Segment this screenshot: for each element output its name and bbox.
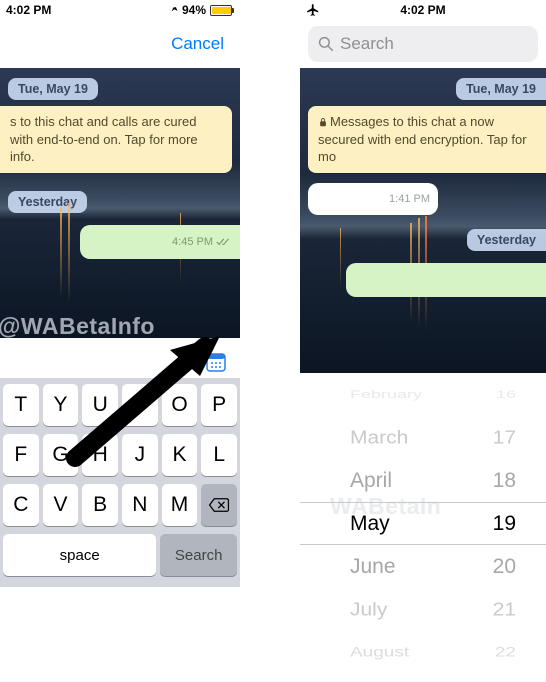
key-g[interactable]: G xyxy=(43,434,79,476)
key-c[interactable]: C xyxy=(3,484,39,526)
calendar-button[interactable] xyxy=(202,348,230,376)
keyboard-row-4: space Search xyxy=(3,534,237,576)
key-v[interactable]: V xyxy=(43,484,79,526)
sent-message-bubble[interactable]: 4:45 PM xyxy=(80,225,240,259)
nav-bar: Search xyxy=(300,20,546,68)
key-u[interactable]: U xyxy=(82,384,118,426)
status-time: 4:02 PM xyxy=(400,3,445,17)
key-l[interactable]: L xyxy=(201,434,237,476)
chat-background: Tue, May 19 Messages to this chat a now … xyxy=(300,68,546,373)
key-n[interactable]: N xyxy=(122,484,158,526)
nav-bar: Cancel xyxy=(0,20,240,68)
key-o[interactable]: O xyxy=(162,384,198,426)
right-screenshot: 4:02 PM Search Tue, May 19 Messages to t… xyxy=(300,0,546,682)
key-m[interactable]: M xyxy=(162,484,198,526)
key-i[interactable]: I xyxy=(122,384,158,426)
sent-message-bubble[interactable] xyxy=(346,263,546,297)
encryption-notice[interactable]: s to this chat and calls are cured with … xyxy=(0,106,232,173)
picker-row[interactable]: June20 xyxy=(300,545,546,588)
key-search[interactable]: Search xyxy=(160,534,237,576)
key-b[interactable]: B xyxy=(82,484,118,526)
keyboard-row-2: F G H J K L xyxy=(3,434,237,476)
date-badge-yesterday: Yesterday xyxy=(8,191,87,213)
picker-row[interactable]: February16 xyxy=(300,382,546,408)
key-space[interactable]: space xyxy=(3,534,156,576)
double-check-icon xyxy=(216,237,230,247)
calendar-icon xyxy=(204,350,228,374)
message-time: 1:41 PM xyxy=(389,193,430,205)
key-k[interactable]: K xyxy=(162,434,198,476)
picker-row[interactable]: April18 xyxy=(300,459,546,502)
airplane-mode-icon xyxy=(306,3,320,17)
received-message-bubble[interactable]: 1:41 PM xyxy=(308,183,438,215)
battery-percent: 94% xyxy=(182,3,206,17)
chat-background: Tue, May 19 s to this chat and calls are… xyxy=(0,68,240,338)
keyboard-row-3: C V B N M xyxy=(3,484,237,526)
encryption-notice[interactable]: Messages to this chat a now secured with… xyxy=(308,106,546,173)
keyboard[interactable]: T Y U I O P F G H J K L C V B N M xyxy=(0,378,240,587)
status-bar: 4:02 PM 94% xyxy=(0,0,240,20)
encryption-text: Messages to this chat a now secured with… xyxy=(318,114,527,164)
search-icon xyxy=(318,36,334,52)
lock-icon xyxy=(318,117,328,127)
left-screenshot: 4:02 PM 94% Cancel Tue, May 19 s to this… xyxy=(0,0,240,682)
cancel-button[interactable]: Cancel xyxy=(171,34,232,54)
message-time: 4:45 PM xyxy=(172,236,213,248)
backspace-icon xyxy=(208,497,230,513)
key-y[interactable]: Y xyxy=(43,384,79,426)
key-p[interactable]: P xyxy=(201,384,237,426)
status-time: 4:02 PM xyxy=(6,3,51,17)
keyboard-area: T Y U I O P F G H J K L C V B N M xyxy=(0,338,240,587)
key-h[interactable]: H xyxy=(82,434,118,476)
search-input[interactable]: Search xyxy=(308,26,538,62)
picker-row-selected[interactable]: May19 xyxy=(300,502,546,545)
key-t[interactable]: T xyxy=(3,384,39,426)
date-badge-yesterday: Yesterday xyxy=(467,229,546,251)
key-j[interactable]: J xyxy=(122,434,158,476)
battery-icon xyxy=(210,5,234,16)
watermark-text: @WABetaInfo xyxy=(0,313,155,338)
picker-row[interactable]: July21 xyxy=(300,590,546,629)
date-badge: Tue, May 19 xyxy=(8,78,98,100)
picker-row[interactable]: March17 xyxy=(300,418,546,457)
location-icon xyxy=(168,5,178,15)
status-bar: 4:02 PM xyxy=(300,0,546,20)
picker-row[interactable]: August22 xyxy=(300,636,546,668)
key-backspace[interactable] xyxy=(201,484,237,526)
date-badge: Tue, May 19 xyxy=(456,78,546,100)
search-placeholder: Search xyxy=(340,34,394,54)
date-picker[interactable]: WABetaIn February16 March17 April18 May1… xyxy=(300,373,546,678)
keyboard-row-1: T Y U I O P xyxy=(3,384,237,426)
key-f[interactable]: F xyxy=(3,434,39,476)
